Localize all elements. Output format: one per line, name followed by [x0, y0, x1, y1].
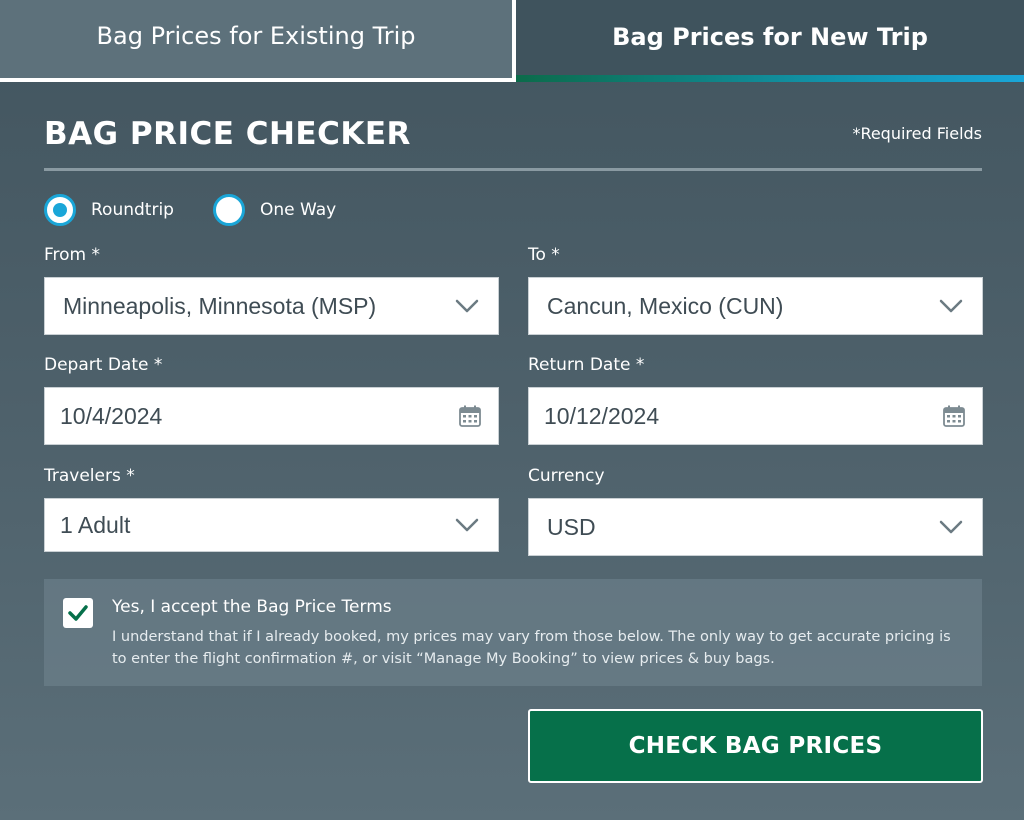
to-value: Cancun, Mexico (CUN)	[547, 292, 784, 319]
radio-selected-dot	[53, 203, 67, 217]
terms-body-text: I understand that if I already booked, m…	[112, 629, 951, 667]
terms-checkbox[interactable]	[63, 598, 93, 628]
roundtrip-radio[interactable]	[44, 194, 76, 226]
return-date-label: Return Date *	[528, 355, 645, 375]
depart-date-label: Depart Date *	[44, 355, 163, 375]
currency-label: Currency	[528, 466, 605, 486]
chevron-down-icon	[455, 518, 479, 532]
header-divider	[44, 168, 982, 171]
travelers-value: 1 Adult	[60, 511, 131, 538]
travelers-label: Travelers *	[44, 466, 135, 486]
one-way-radio-option[interactable]: One Way	[213, 194, 336, 226]
checkmark-icon	[68, 605, 88, 621]
page-title: BAG PRICE CHECKER	[44, 116, 411, 152]
terms-heading: Yes, I accept the Bag Price Terms	[112, 597, 392, 617]
from-label: From *	[44, 245, 101, 265]
tab-existing-trip-label: Bag Prices for Existing Trip	[96, 22, 416, 50]
currency-select[interactable]: USD	[528, 498, 983, 556]
return-date-input[interactable]: 10/12/2024	[528, 387, 983, 445]
terms-box: Yes, I accept the Bag Price Terms I unde…	[44, 579, 982, 686]
one-way-label: One Way	[260, 200, 337, 220]
tab-new-trip[interactable]: Bag Prices for New Trip	[516, 0, 1024, 82]
chevron-down-icon	[455, 299, 479, 313]
tab-existing-trip[interactable]: Bag Prices for Existing Trip	[0, 0, 516, 82]
depart-date-input[interactable]: 10/4/2024	[44, 387, 499, 445]
currency-value: USD	[547, 513, 596, 540]
to-select[interactable]: Cancun, Mexico (CUN)	[528, 277, 983, 335]
required-fields-note: *Required Fields	[852, 124, 982, 143]
tab-new-trip-label: Bag Prices for New Trip	[612, 23, 928, 51]
calendar-icon[interactable]	[458, 404, 482, 428]
tab-bar: Bag Prices for Existing Trip Bag Prices …	[0, 0, 1024, 82]
check-bag-prices-button[interactable]: CHECK BAG PRICES	[528, 709, 983, 783]
return-date-value: 10/12/2024	[544, 402, 660, 429]
chevron-down-icon	[939, 520, 963, 534]
one-way-radio[interactable]	[213, 194, 245, 226]
chevron-down-icon	[939, 299, 963, 313]
roundtrip-label: Roundtrip	[91, 200, 174, 220]
from-select[interactable]: Minneapolis, Minnesota (MSP)	[44, 277, 499, 335]
travelers-select[interactable]: 1 Adult	[44, 498, 499, 552]
check-bag-prices-label: CHECK BAG PRICES	[628, 733, 883, 759]
to-label: To *	[528, 245, 560, 265]
calendar-icon[interactable]	[942, 404, 966, 428]
from-value: Minneapolis, Minnesota (MSP)	[63, 292, 377, 319]
depart-date-value: 10/4/2024	[60, 402, 163, 429]
roundtrip-radio-option[interactable]: Roundtrip	[44, 194, 174, 226]
